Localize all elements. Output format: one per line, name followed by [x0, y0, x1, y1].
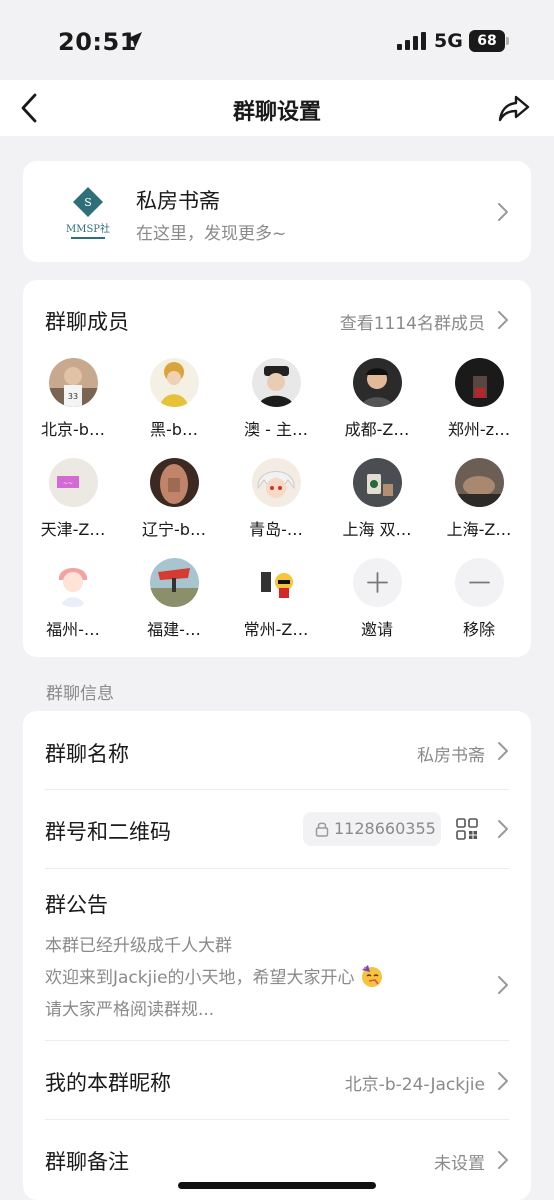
remove-label: 移除: [462, 620, 495, 639]
home-indicator[interactable]: [178, 1182, 376, 1189]
member-item[interactable]: 33 北京-b…: [23, 358, 123, 448]
member-avatar: [455, 458, 504, 507]
location-arrow-icon: [126, 32, 142, 48]
notice-line-3: 请大家严格阅读群规...: [45, 1000, 215, 1020]
invite-label: 邀请: [360, 620, 393, 639]
member-name: 北京-b…: [41, 420, 105, 439]
chevron-right-icon[interactable]: [497, 310, 509, 330]
invite-circle[interactable]: [353, 558, 402, 607]
member-item[interactable]: 黑-b…: [124, 358, 224, 448]
member-avatar: [455, 358, 504, 407]
member-item[interactable]: 上海-Z…: [429, 458, 529, 548]
status-bar: 20:51 5G 68: [0, 0, 554, 80]
invite-button[interactable]: 邀请: [327, 558, 427, 648]
svg-text:33: 33: [68, 392, 78, 401]
member-item[interactable]: 澳 - 主…: [226, 358, 326, 448]
member-avatar: [353, 358, 402, 407]
svg-text:S: S: [84, 196, 92, 209]
member-avatar: ~~: [49, 458, 98, 507]
member-name: 上海-Z…: [446, 520, 512, 539]
chevron-right-icon: [498, 1072, 508, 1090]
members-card: 群聊成员 查看1114名群成员 33 北京-b… 黑-b… 澳 - 主… 成都-…: [23, 280, 531, 657]
member-item[interactable]: 福州-…: [23, 558, 123, 648]
group-info-card: 群聊名称 私房书斋 群号和二维码 1128660355 群公告 本群已经升级成千…: [23, 711, 531, 1200]
member-name: 青岛-…: [249, 520, 303, 539]
group-notice-label: 群公告: [45, 893, 108, 917]
group-id-pill[interactable]: 1128660355: [303, 812, 441, 846]
group-name-label: 群聊名称: [45, 742, 129, 766]
share-icon[interactable]: [498, 94, 530, 122]
member-name: 福州-…: [46, 620, 100, 639]
member-name: 辽宁-b…: [142, 520, 206, 539]
my-nickname-label: 我的本群昵称: [45, 1071, 171, 1095]
svg-text:~~: ~~: [63, 480, 73, 487]
party-face-emoji-icon: [361, 965, 382, 987]
member-avatar: [150, 458, 199, 507]
member-name: 福建-…: [147, 620, 201, 639]
battery-icon: 68: [469, 30, 509, 52]
group-name-value: 私房书斋: [417, 746, 485, 766]
group-notice-row[interactable]: 群公告 本群已经升级成千人大群 欢迎来到Jackjie的小天地，希望大家开心 请…: [23, 869, 531, 1040]
member-avatar: [150, 558, 199, 607]
group-profile-card[interactable]: S MMSP社 私房书斋 在这里，发现更多~: [23, 161, 531, 262]
group-subtitle: 在这里，发现更多~: [136, 224, 287, 244]
member-name: 澳 - 主…: [244, 420, 308, 439]
chevron-right-icon: [498, 820, 508, 838]
lock-icon: [315, 822, 329, 837]
group-name: 私房书斋: [136, 189, 220, 213]
member-name: 郑州-z…: [447, 420, 511, 439]
member-item[interactable]: 青岛-…: [226, 458, 326, 548]
member-name: 黑-b…: [150, 420, 198, 439]
member-name: 常州-Z…: [243, 620, 309, 639]
remove-button[interactable]: 移除: [429, 558, 529, 648]
group-id-label: 群号和二维码: [45, 820, 171, 844]
member-avatar: [252, 458, 301, 507]
member-name: 上海 双…: [342, 520, 412, 539]
chevron-right-icon: [498, 976, 508, 994]
member-avatar: [252, 358, 301, 407]
members-title: 群聊成员: [45, 310, 129, 334]
member-item[interactable]: 上海 双…: [327, 458, 427, 548]
plus-icon: [367, 572, 388, 593]
group-name-row[interactable]: 群聊名称 私房书斋: [23, 711, 531, 789]
member-name: 成都-Z…: [344, 420, 410, 439]
nav-bar: 群聊设置: [0, 80, 554, 136]
remove-circle[interactable]: [455, 558, 504, 607]
member-avatar: [353, 458, 402, 507]
battery-level: 68: [469, 30, 505, 52]
group-remark-value: 未设置: [434, 1154, 485, 1174]
notice-line-2-text: 欢迎来到Jackjie的小天地，希望大家开心: [45, 968, 355, 988]
qr-code-icon[interactable]: [456, 818, 478, 840]
logo-text: MMSP社: [66, 222, 110, 235]
member-avatar: [252, 558, 301, 607]
member-item[interactable]: 成都-Z…: [327, 358, 427, 448]
chevron-right-icon: [498, 742, 508, 760]
minus-icon: [469, 581, 490, 584]
member-item[interactable]: 郑州-z…: [429, 358, 529, 448]
section-label-group-info: 群聊信息: [46, 684, 114, 704]
signal-bars-icon: [397, 32, 426, 50]
member-avatar: [49, 558, 98, 607]
my-nickname-value: 北京-b-24-Jackjie: [344, 1075, 485, 1095]
group-logo: S MMSP社: [66, 187, 110, 239]
my-nickname-row[interactable]: 我的本群昵称 北京-b-24-Jackjie: [23, 1041, 531, 1119]
member-name: 天津-Z…: [40, 520, 106, 539]
member-item[interactable]: ~~ 天津-Z…: [23, 458, 123, 548]
notice-line-1: 本群已经升级成千人大群: [45, 936, 232, 956]
member-avatar: [150, 358, 199, 407]
group-remark-label: 群聊备注: [45, 1150, 129, 1174]
group-id-value: 1128660355: [334, 819, 436, 838]
group-id-row[interactable]: 群号和二维码: [23, 790, 531, 868]
notice-line-2: 欢迎来到Jackjie的小天地，希望大家开心: [45, 963, 384, 988]
chevron-right-icon: [498, 1151, 508, 1169]
member-item[interactable]: 辽宁-b…: [124, 458, 224, 548]
page-title: 群聊设置: [232, 100, 321, 125]
view-all-members-link[interactable]: 查看1114名群成员: [340, 309, 485, 334]
member-item[interactable]: 常州-Z…: [226, 558, 326, 648]
network-type: 5G: [434, 30, 463, 52]
member-item[interactable]: 福建-…: [124, 558, 224, 648]
member-avatar: 33: [49, 358, 98, 407]
chevron-right-icon: [498, 203, 508, 221]
